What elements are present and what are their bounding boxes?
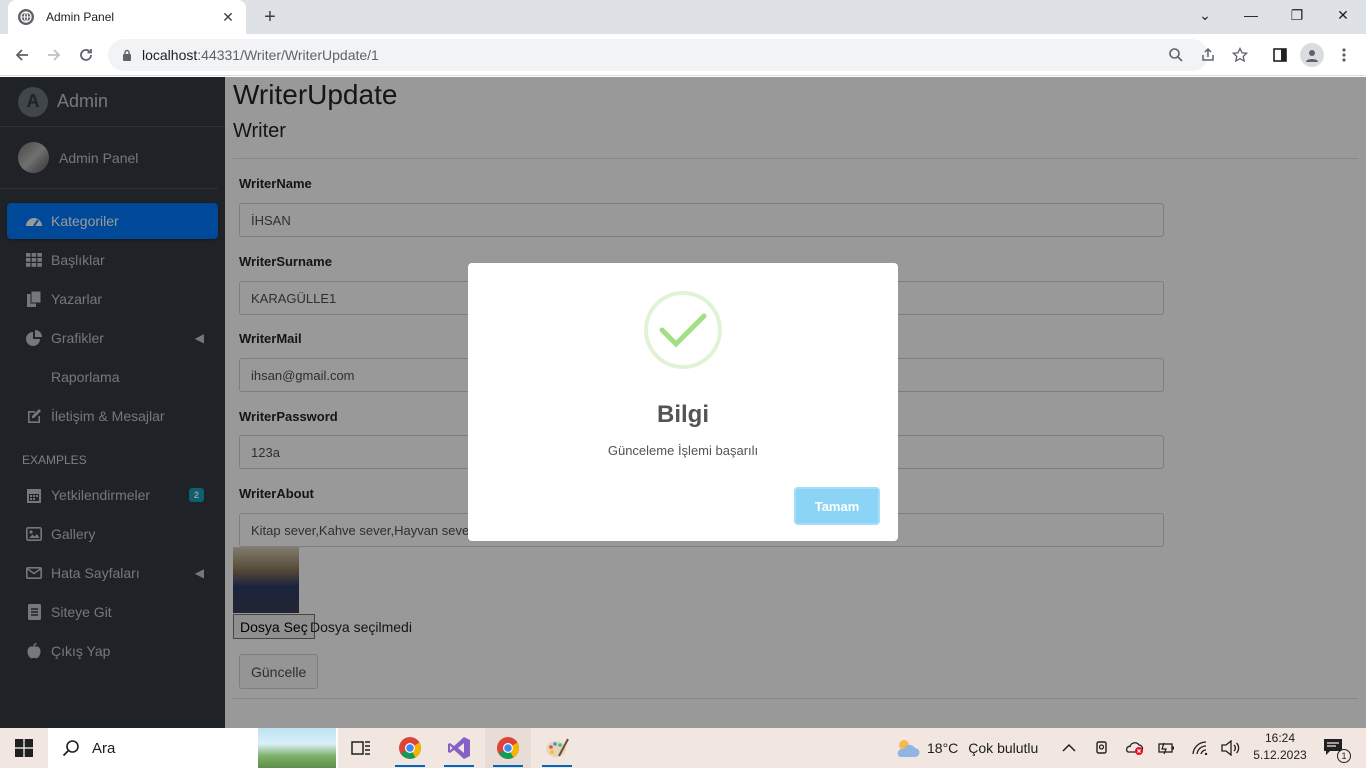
tab-title: Admin Panel: [46, 10, 115, 24]
clock-time: 16:24: [1264, 731, 1296, 745]
taskbar-visual-studio[interactable]: [436, 728, 482, 768]
confirm-button[interactable]: Tamam: [794, 487, 880, 525]
taskbar-search[interactable]: Ara: [48, 728, 338, 768]
running-indicator: [444, 765, 474, 767]
windows-icon: [15, 739, 33, 757]
weather-temperature: 18°C: [927, 740, 959, 756]
running-indicator: [493, 765, 523, 767]
dialog-title: Bilgi: [657, 401, 709, 428]
search-icon: [62, 740, 79, 757]
bookmark-star-icon[interactable]: [1230, 45, 1250, 65]
taskbar: Ara 18°C Çok bulutlu 16:24 5.12.2023 1: [0, 728, 1366, 768]
running-indicator: [395, 765, 425, 767]
window-close-button[interactable]: ✕: [1320, 0, 1366, 30]
notification-center-button[interactable]: 1: [1323, 728, 1351, 768]
success-dialog: Bilgi Günceleme İşlemi başarılı Tamam: [468, 263, 898, 541]
tab-close-icon[interactable]: ✕: [220, 9, 236, 26]
notification-count: 1: [1337, 749, 1351, 763]
task-view-button[interactable]: [338, 728, 384, 768]
dialog-message: Günceleme İşlemi başarılı: [607, 443, 759, 458]
battery-icon[interactable]: [1158, 728, 1176, 768]
start-button[interactable]: [0, 728, 48, 768]
browser-toolbar: localhost:44331/Writer/WriterUpdate/1: [0, 34, 1366, 76]
url-text: localhost:44331/Writer/WriterUpdate/1: [142, 47, 379, 63]
minimize-button[interactable]: —: [1228, 0, 1274, 30]
taskbar-paint[interactable]: [534, 728, 580, 768]
side-panel-icon[interactable]: [1270, 45, 1290, 65]
visual-studio-icon: [448, 737, 470, 759]
wifi-icon[interactable]: [1192, 728, 1208, 768]
browser-tab[interactable]: Admin Panel ✕: [8, 0, 246, 34]
zoom-icon[interactable]: [1166, 45, 1186, 65]
onedrive-icon[interactable]: [1125, 728, 1145, 768]
globe-icon: [18, 9, 34, 25]
restore-button[interactable]: ❐: [1274, 0, 1320, 30]
reload-button[interactable]: [74, 43, 98, 67]
chrome-icon: [497, 737, 519, 759]
tab-search-icon[interactable]: ⌄: [1182, 0, 1228, 30]
taskbar-chrome-1[interactable]: [387, 728, 433, 768]
forward-button[interactable]: [42, 43, 66, 67]
weather-description: Çok bulutlu: [968, 740, 1039, 756]
search-highlight-image: [258, 728, 336, 768]
running-indicator: [542, 765, 572, 767]
address-bar[interactable]: localhost:44331/Writer/WriterUpdate/1: [108, 39, 1208, 71]
browser-tabstrip: Admin Panel ✕ + ⌄ — ❐ ✕: [0, 0, 1366, 34]
cloudy-weather-icon: [897, 740, 920, 757]
back-button[interactable]: [10, 43, 34, 67]
chrome-icon: [399, 737, 421, 759]
volume-icon[interactable]: [1221, 728, 1241, 768]
taskbar-chrome-2[interactable]: [485, 728, 531, 768]
paint-icon: [546, 738, 569, 757]
taskbar-clock[interactable]: 16:24 5.12.2023: [1252, 730, 1308, 764]
profile-icon[interactable]: [1300, 43, 1324, 67]
menu-icon[interactable]: [1334, 45, 1354, 65]
show-hidden-icons-button[interactable]: [1062, 728, 1076, 768]
search-placeholder: Ara: [92, 739, 116, 757]
meet-now-icon[interactable]: [1094, 728, 1110, 768]
chevron-up-icon: [1062, 743, 1076, 752]
weather-widget[interactable]: 18°C Çok bulutlu: [894, 728, 1038, 768]
lock-icon: [123, 49, 131, 61]
new-tab-button[interactable]: +: [258, 6, 282, 28]
success-check-icon: [644, 291, 722, 369]
share-icon[interactable]: [1198, 45, 1218, 65]
task-view-icon: [351, 741, 370, 755]
clock-date: 5.12.2023: [1253, 748, 1307, 762]
